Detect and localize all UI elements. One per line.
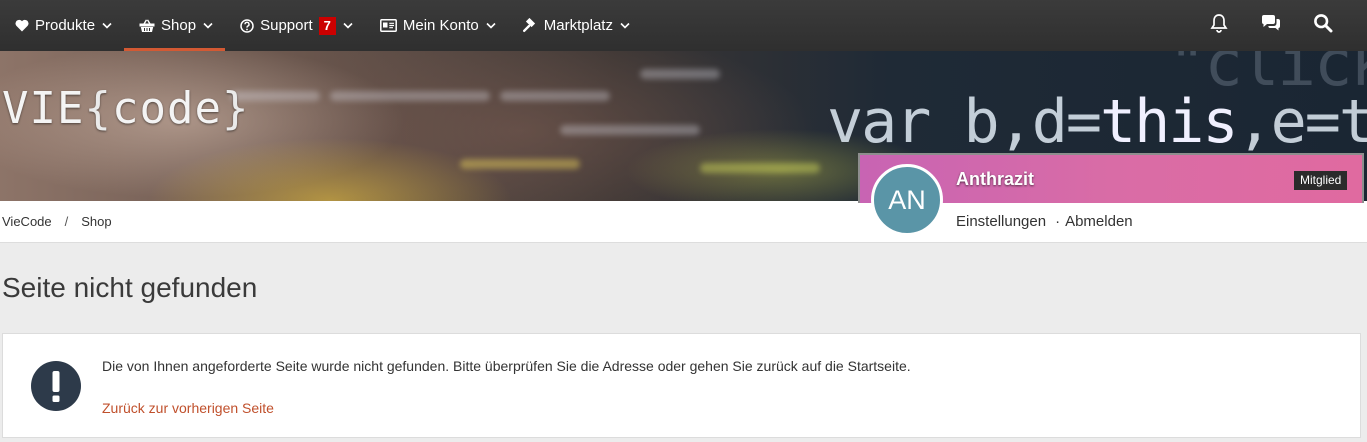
role-badge: Mitglied: [1294, 171, 1348, 190]
chevron-down-icon: [203, 22, 213, 29]
logo-text: VIE: [2, 83, 85, 134]
heart-icon: [15, 19, 29, 32]
nav-item-marktplatz[interactable]: Marktplatz: [508, 0, 642, 51]
notifications-button[interactable]: [1193, 0, 1245, 51]
breadcrumb-item-shop[interactable]: Shop: [81, 214, 111, 229]
logo-brace-open: {: [84, 83, 112, 134]
back-link[interactable]: Zurück zur vorherigen Seite: [102, 400, 274, 416]
top-navigation: Produkte Shop Support 7 Mein Konto Markt…: [0, 0, 1367, 51]
search-icon: [1313, 13, 1333, 38]
avatar-initials: AN: [888, 184, 926, 215]
nav-item-mein-konto[interactable]: Mein Konto: [365, 0, 508, 51]
bell-icon: [1209, 13, 1229, 38]
notification-badge: 7: [318, 16, 336, 35]
nav-item-produkte[interactable]: Produkte: [0, 0, 124, 51]
error-message: Die von Ihnen angeforderte Seite wurde n…: [102, 358, 911, 374]
breadcrumb: VieCode / Shop: [0, 201, 1367, 243]
settings-link[interactable]: Einstellungen: [956, 213, 1046, 230]
chevron-down-icon: [620, 22, 630, 29]
conversations-button[interactable]: [1245, 0, 1297, 51]
search-button[interactable]: [1297, 0, 1349, 51]
nav-item-label: Produkte: [35, 17, 96, 34]
nav-item-label: Support: [260, 17, 313, 34]
basket-icon: [139, 18, 155, 33]
nav-item-label: Shop: [161, 17, 197, 34]
breadcrumb-separator: /: [64, 214, 69, 229]
avatar[interactable]: AN: [871, 164, 943, 236]
id-card-icon: [379, 19, 397, 32]
nav-item-shop[interactable]: Shop: [124, 0, 226, 51]
chat-icon: [1260, 14, 1282, 37]
chevron-down-icon: [343, 22, 353, 29]
logo-brace-close: }: [221, 83, 250, 134]
user-links: Einstellungen · Abmelden: [956, 213, 1133, 230]
page-title: Seite nicht gefunden: [2, 272, 258, 303]
chevron-down-icon: [486, 22, 496, 29]
nav-item-support[interactable]: Support 7: [225, 0, 365, 51]
question-circle-icon: [240, 18, 254, 33]
link-separator: ·: [1055, 213, 1061, 230]
username[interactable]: Anthrazit: [956, 169, 1034, 190]
chevron-down-icon: [102, 22, 112, 29]
gavel-icon: [522, 18, 538, 33]
error-message-box: Die von Ihnen angeforderte Seite wurde n…: [2, 333, 1361, 438]
logo-word: code: [111, 83, 222, 134]
breadcrumb-item-viecode[interactable]: VieCode: [2, 214, 52, 229]
nav-item-label: Marktplatz: [543, 17, 613, 34]
nav-actions: [1193, 0, 1367, 51]
exclamation-icon: [31, 361, 81, 411]
logout-link[interactable]: Abmelden: [1065, 213, 1133, 230]
nav-item-label: Mein Konto: [402, 17, 479, 34]
site-logo[interactable]: VIE{code}: [2, 83, 249, 134]
